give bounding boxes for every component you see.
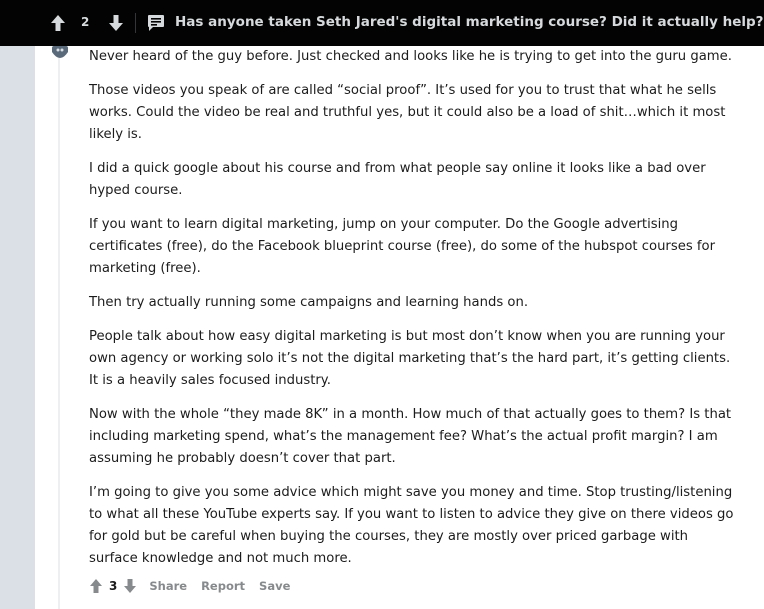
avatar[interactable] [52, 43, 68, 58]
arrow-down-icon[interactable] [108, 14, 124, 32]
divider [135, 13, 136, 33]
share-button[interactable]: Share [149, 579, 187, 593]
comment-paragraph: Never heard of the guy before. Just chec… [89, 49, 732, 64]
post-vote-count: 2 [81, 15, 90, 29]
save-button[interactable]: Save [259, 579, 290, 593]
arrow-up-icon[interactable] [89, 578, 103, 594]
thread-line[interactable] [58, 46, 60, 609]
comment-actions: 3 Share Report Save [89, 578, 304, 594]
report-button[interactable]: Report [201, 579, 245, 593]
arrow-down-icon[interactable] [123, 578, 137, 594]
comment-paragraph: If you want to learn digital marketing, … [89, 217, 716, 276]
post-top-bar: 2 Has anyone taken Seth Jared's digital … [0, 0, 764, 46]
vote-controls: 2 [0, 0, 140, 46]
comment-paragraph: Then try actually running some campaigns… [89, 295, 529, 310]
comment-paragraph: I did a quick google about his course an… [89, 161, 706, 198]
arrow-up-icon[interactable] [50, 14, 66, 32]
comment-paragraph: I’m going to give you some advice which … [89, 485, 734, 566]
comment-paragraph: People talk about how easy digital marke… [89, 329, 731, 388]
page-background [0, 46, 35, 609]
comment-body: Never heard of the guy before. Just chec… [89, 46, 739, 582]
comment-paragraph: Now with the whole “they made 8K” in a m… [89, 407, 732, 466]
post-title[interactable]: Has anyone taken Seth Jared's digital ma… [175, 14, 763, 30]
comment-icon [147, 14, 165, 32]
comment-paragraph: Those videos you speak of are called “so… [89, 83, 726, 142]
comment-vote-count: 3 [109, 579, 118, 593]
